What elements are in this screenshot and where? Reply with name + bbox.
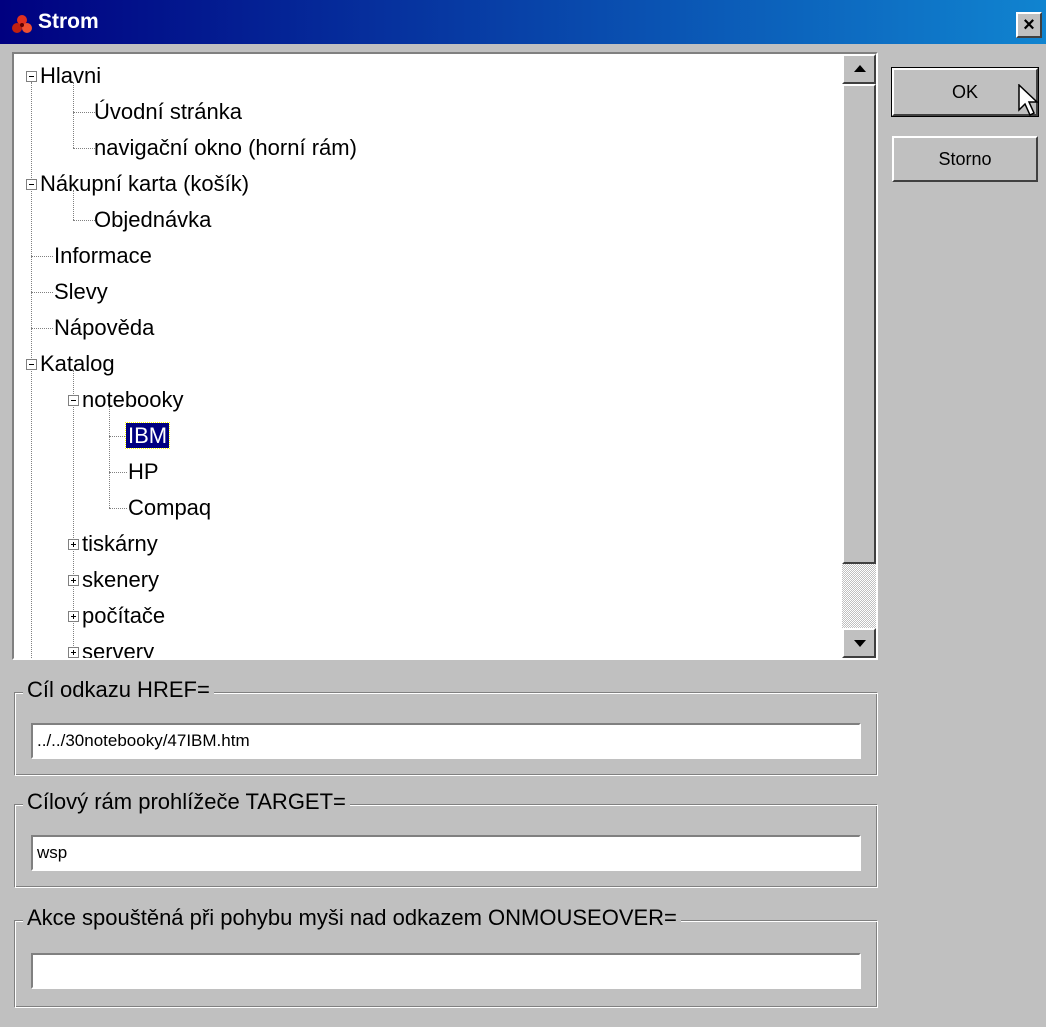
tree-item-label: Hlavni: [40, 63, 102, 88]
close-button[interactable]: ×: [1016, 12, 1042, 38]
app-icon: [12, 15, 32, 33]
tree-item[interactable]: počítače: [82, 602, 165, 632]
tree-connector: [109, 436, 127, 437]
onmouseover-field[interactable]: [31, 953, 861, 989]
href-input[interactable]: [37, 731, 855, 751]
scroll-thumb[interactable]: [842, 84, 876, 564]
tree-view[interactable]: Hlavni Úvodní stránka navigační okno (ho…: [12, 52, 878, 660]
tree-connector: [73, 220, 95, 221]
tree-item[interactable]: Nápověda: [54, 314, 154, 344]
tree-item[interactable]: servery: [82, 638, 155, 660]
cancel-button-label: Storno: [938, 149, 992, 169]
tree-item-label: notebooky: [82, 387, 184, 412]
collapse-icon[interactable]: [68, 395, 79, 406]
expand-icon[interactable]: [68, 575, 79, 586]
tree-item[interactable]: Informace: [54, 242, 152, 272]
collapse-icon[interactable]: [26, 359, 37, 370]
tree-item[interactable]: tiskárny: [82, 530, 158, 560]
tree-item-label: servery: [82, 639, 155, 660]
tree-item-label: Katalog: [40, 351, 115, 376]
tree-connector: [31, 292, 53, 293]
scroll-down-button[interactable]: [842, 628, 876, 658]
tree-item-label: HP: [128, 459, 159, 484]
tree-item-label: počítače: [82, 603, 166, 628]
tree-connector: [31, 328, 53, 329]
tree-item[interactable]: Hlavni: [40, 62, 101, 92]
href-group: Cíl odkazu HREF=: [14, 677, 878, 776]
tree-item[interactable]: Nákupní karta (košík): [40, 170, 249, 200]
expand-icon[interactable]: [68, 539, 79, 550]
ok-button-label: OK: [951, 82, 978, 102]
tree-item-label: Compaq: [128, 495, 212, 520]
collapse-icon[interactable]: [26, 179, 37, 190]
tree-connector: [31, 256, 53, 257]
onmouseover-input[interactable]: [37, 961, 855, 981]
ok-button[interactable]: OK: [891, 67, 1039, 117]
tree-item-label: Informace: [54, 243, 152, 268]
arrow-down-icon: [854, 640, 866, 647]
tree-item-selected[interactable]: IBM: [124, 422, 171, 452]
tree-connector: [109, 508, 127, 509]
tree-content: Hlavni Úvodní stránka navigační okno (ho…: [14, 54, 844, 658]
onmouseover-group-label: Akce spouštěná při pohybu myši nad odkaz…: [23, 905, 681, 931]
tree-connector: [109, 406, 110, 508]
target-input[interactable]: [37, 843, 855, 863]
arrow-up-icon: [854, 65, 866, 72]
tree-connector: [31, 82, 32, 658]
onmouseover-group: Akce spouštěná při pohybu myši nad odkaz…: [14, 905, 878, 1008]
window-title: Strom: [38, 10, 99, 33]
cancel-button[interactable]: Storno: [892, 136, 1038, 182]
tree-item-label: tiskárny: [82, 531, 158, 556]
tree-connector: [73, 148, 95, 149]
tree-item-label: Nákupní karta (košík): [40, 171, 250, 196]
scroll-up-button[interactable]: [842, 54, 876, 84]
tree-item[interactable]: notebooky: [82, 386, 184, 416]
tree-item-label: Nápověda: [54, 315, 155, 340]
expand-icon[interactable]: [68, 611, 79, 622]
tree-item-label: Objednávka: [94, 207, 212, 232]
tree-item[interactable]: Úvodní stránka: [94, 98, 242, 128]
tree-item-label: Slevy: [54, 279, 108, 304]
tree-scrollbar[interactable]: [842, 54, 876, 658]
title-bar[interactable]: Strom ×: [0, 0, 1046, 44]
tree-item[interactable]: Objednávka: [94, 206, 211, 236]
tree-item-label: Úvodní stránka: [94, 99, 242, 124]
tree-connector: [109, 472, 127, 473]
tree-item[interactable]: Katalog: [40, 350, 115, 380]
tree-item[interactable]: navigační okno (horní rám): [94, 134, 357, 164]
tree-item-label: navigační okno (horní rám): [94, 135, 357, 160]
target-group-label: Cílový rám prohlížeče TARGET=: [23, 789, 350, 815]
href-field[interactable]: [31, 723, 861, 759]
href-group-label: Cíl odkazu HREF=: [23, 677, 214, 703]
dialog-window: Strom × Hlavni Úvodní stránka navigační …: [0, 0, 1046, 1027]
tree-item[interactable]: HP: [128, 458, 159, 488]
expand-icon[interactable]: [68, 647, 79, 658]
close-icon: ×: [1023, 14, 1035, 36]
collapse-icon[interactable]: [26, 71, 37, 82]
tree-connector: [73, 112, 95, 113]
tree-item[interactable]: Compaq: [128, 494, 211, 524]
tree-item-label: skenery: [82, 567, 160, 592]
target-group: Cílový rám prohlížeče TARGET=: [14, 789, 878, 888]
mouse-pointer-icon: [1018, 84, 1039, 117]
tree-item-label: IBM: [124, 422, 171, 449]
tree-item[interactable]: skenery: [82, 566, 159, 596]
target-field[interactable]: [31, 835, 861, 871]
tree-item[interactable]: Slevy: [54, 278, 108, 308]
